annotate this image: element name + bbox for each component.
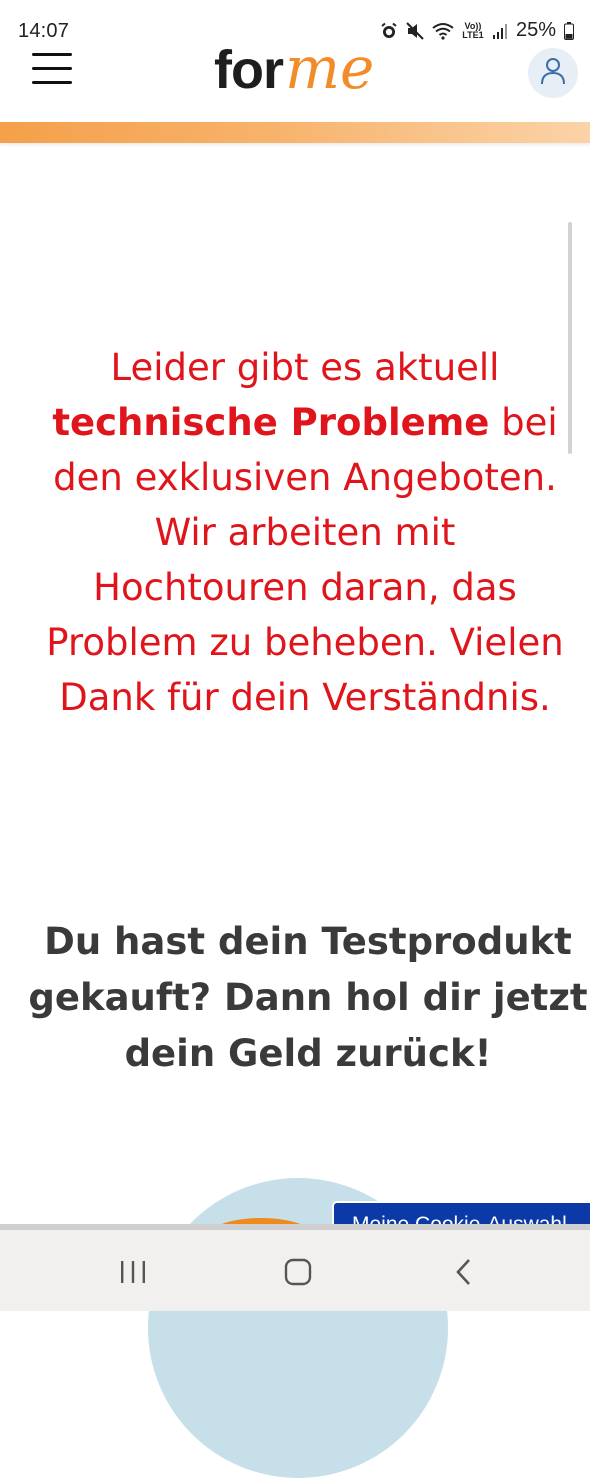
- headline-line-1: Du hast dein Testprodukt: [44, 920, 572, 963]
- mute-icon: [406, 21, 424, 40]
- system-navigation-bar: [0, 1230, 590, 1311]
- volte-label: Vo)) LTE1: [462, 20, 484, 40]
- back-icon[interactable]: [442, 1254, 486, 1290]
- signal-icon: [492, 23, 508, 39]
- headline-line-2: gekauft? Dann hol dir jetzt: [28, 976, 588, 1019]
- notice-line-5: Hochtouren daran, das: [93, 566, 517, 609]
- header-accent-strip: [0, 122, 590, 143]
- status-icons: Vo)) LTE1 25%: [380, 19, 574, 42]
- site-logo[interactable]: for me: [214, 48, 374, 102]
- volte-icon: Vo)) LTE1: [462, 20, 484, 40]
- notice-line-1: Leider gibt es aktuell: [110, 346, 500, 389]
- alarm-icon: [380, 22, 398, 40]
- notice-line-2-rest: bei: [489, 401, 558, 444]
- notice-line-7: Dank für dein Verständnis.: [59, 676, 551, 719]
- notice-bold-text: technische Probleme: [52, 401, 490, 444]
- notice-line-2: technische Probleme bei: [20, 395, 590, 450]
- headline-line-3: dein Geld zurück!: [124, 1032, 492, 1075]
- notice-line-6: Problem zu beheben. Vielen: [46, 621, 564, 664]
- status-time: 14:07: [18, 20, 70, 42]
- battery-icon: [564, 21, 574, 40]
- site-header: for me: [0, 48, 590, 122]
- notice-line-3: den exklusiven Angeboten.: [53, 456, 557, 499]
- recent-apps-icon[interactable]: [111, 1254, 155, 1290]
- hamburger-menu-icon[interactable]: [32, 51, 72, 84]
- refund-headline: Du hast dein Testprodukt gekauft? Dann h…: [20, 914, 590, 1082]
- battery-percent: 25%: [515, 19, 556, 41]
- wifi-icon: [432, 22, 454, 40]
- user-account-icon: [540, 57, 566, 89]
- logo-text-me: me: [284, 48, 375, 102]
- notice-line-4: Wir arbeiten mit: [154, 511, 456, 554]
- technical-problems-notice: Leider gibt es aktuell technische Proble…: [20, 340, 590, 725]
- logo-text-for: for: [214, 48, 284, 100]
- user-account-button[interactable]: [528, 48, 578, 98]
- home-icon[interactable]: [276, 1254, 320, 1290]
- status-bar: 14:07 Vo)) LTE1 25%: [0, 0, 590, 48]
